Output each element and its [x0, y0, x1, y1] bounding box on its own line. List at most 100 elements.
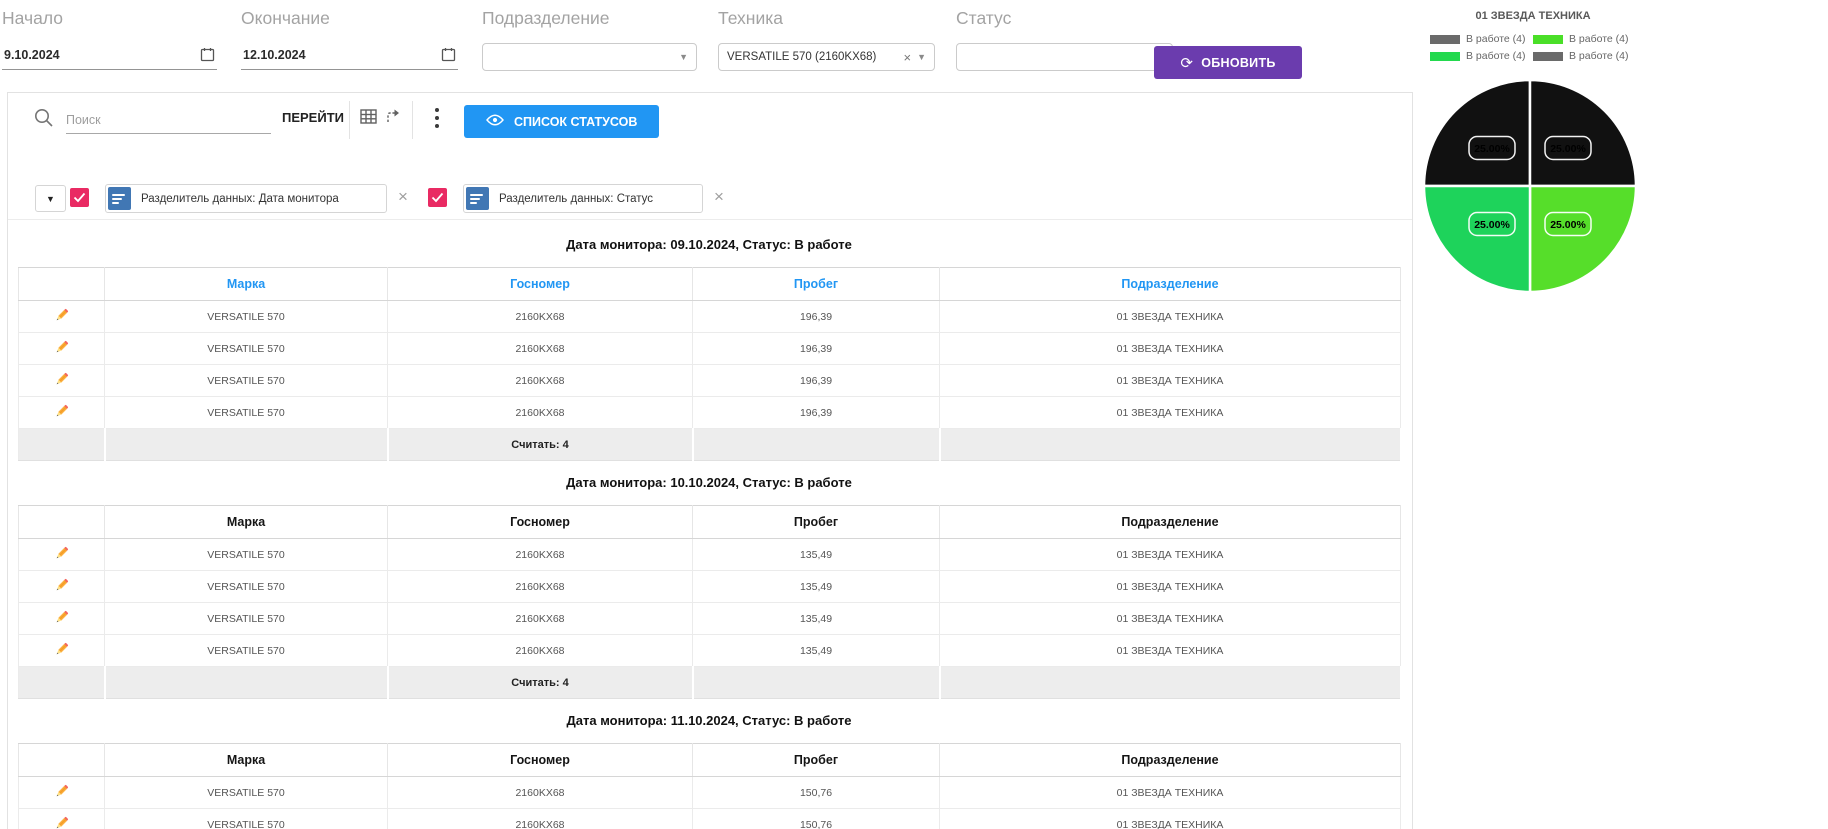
search-icon [33, 107, 55, 134]
pie-slice-label-text: 25.00% [1474, 143, 1510, 155]
cell: VERSATILE 570 [104, 538, 388, 571]
chevron-down-icon: ▼ [679, 52, 688, 62]
edit-row-button[interactable] [53, 545, 70, 562]
cell: 135,49 [692, 634, 940, 667]
pie-slice[interactable] [1422, 184, 1532, 294]
pie-slice-label-text: 25.00% [1550, 219, 1586, 231]
column-header[interactable]: Подразделение [939, 743, 1401, 777]
status-label: Статус [956, 8, 1012, 28]
division-select[interactable]: ▼ [482, 43, 697, 71]
column-header[interactable]: Госномер [387, 743, 693, 777]
legend-item[interactable]: В работе (4) [1430, 50, 1533, 62]
legend-swatch [1533, 34, 1563, 44]
splitter-icon [108, 187, 131, 210]
cell: 196,39 [692, 332, 940, 365]
calendar-icon[interactable] [200, 47, 215, 62]
cell: 196,39 [692, 300, 940, 333]
splitter-checkbox-date[interactable] [70, 188, 89, 207]
group-splitter-bar: ▼ Разделитель данных: Дата монитора × Ра… [8, 183, 1412, 219]
cell: 01 ЗВЕЗДА ТЕХНИКА [939, 300, 1401, 333]
group-title: Дата монитора: 09.10.2024, Статус: В раб… [566, 237, 852, 252]
cell: 2160KX68 [387, 396, 693, 429]
edit-row-button[interactable] [53, 783, 70, 800]
cell: 150,76 [692, 808, 940, 829]
cell: VERSATILE 570 [104, 396, 388, 429]
chart-title: 01 ЗВЕЗДА ТЕХНИКА [1475, 10, 1591, 22]
cell: 150,76 [692, 776, 940, 809]
legend-item[interactable]: В работе (4) [1430, 33, 1533, 45]
column-header[interactable]: Марка [104, 267, 388, 301]
splitter-chip-date[interactable]: Разделитель данных: Дата монитора [105, 184, 387, 213]
column-header[interactable]: Марка [104, 505, 388, 539]
legend-label: В работе (4) [1466, 33, 1526, 45]
column-header[interactable]: Подразделение [939, 505, 1401, 539]
calendar-icon[interactable] [441, 47, 456, 62]
table-row: VERSATILE 570 2160KX68 135,49 01 ЗВЕЗДА ТЕХ… [18, 602, 1401, 635]
cell: 01 ЗВЕЗДА ТЕХНИКА [939, 602, 1401, 635]
pie-slice-label-text: 25.00% [1474, 219, 1510, 231]
go-button[interactable]: ПЕРЕЙТИ [276, 109, 350, 126]
status-select[interactable]: ▼ [956, 43, 1173, 71]
column-header[interactable]: Марка [104, 743, 388, 777]
pie-slice[interactable] [1422, 78, 1532, 188]
column-header[interactable]: Госномер [387, 267, 693, 301]
cell: 196,39 [692, 364, 940, 397]
edit-row-button[interactable] [53, 815, 70, 829]
cell: 2160KX68 [387, 602, 693, 635]
edit-row-button[interactable] [53, 609, 70, 626]
cell: VERSATILE 570 [104, 808, 388, 829]
cell: 2160KX68 [387, 364, 693, 397]
cell: 135,49 [692, 570, 940, 603]
vehicle-select[interactable]: VERSATILE 570 (2160KX68) × ▼ [718, 43, 935, 71]
splitter-checkbox-status[interactable] [428, 188, 447, 207]
column-header[interactable]: Пробег [692, 505, 940, 539]
status-list-button[interactable]: СПИСОК СТАТУСОВ [464, 105, 660, 138]
edit-row-button[interactable] [53, 641, 70, 658]
start-date-input[interactable]: 9.10.2024 [4, 48, 60, 62]
cell: VERSATILE 570 [104, 634, 388, 667]
cell: VERSATILE 570 [104, 332, 388, 365]
filter-vehicle: Техника VERSATILE 570 (2160KX68) × ▼ [718, 8, 935, 71]
legend-label: В работе (4) [1569, 33, 1629, 45]
cell: VERSATILE 570 [104, 570, 388, 603]
filter-division: Подразделение ▼ [482, 8, 697, 71]
edit-column-header [18, 267, 105, 301]
legend-swatch [1533, 51, 1563, 61]
edit-row-button[interactable] [53, 577, 70, 594]
table-row: VERSATILE 570 2160KX68 150,76 01 ЗВЕЗДА ТЕХ… [18, 808, 1401, 829]
table-row: VERSATILE 570 2160KX68 135,49 01 ЗВЕЗДА ТЕХ… [18, 570, 1401, 603]
edit-row-button[interactable] [53, 339, 70, 356]
edit-row-button[interactable] [53, 371, 70, 388]
clear-icon[interactable]: × [903, 50, 911, 65]
remove-splitter-status-icon[interactable]: × [708, 186, 730, 208]
refresh-button[interactable]: ⟳ ОБНОВИТЬ [1154, 46, 1302, 79]
refresh-icon: ⟳ [1180, 54, 1194, 72]
cell: 01 ЗВЕЗДА ТЕХНИКА [939, 396, 1401, 429]
pie-slice[interactable] [1528, 78, 1638, 188]
column-header[interactable]: Госномер [387, 505, 693, 539]
legend-item[interactable]: В работе (4) [1533, 50, 1636, 62]
cell: 2160KX68 [387, 570, 693, 603]
legend-item[interactable]: В работе (4) [1533, 33, 1636, 45]
export-icon[interactable] [385, 108, 402, 128]
edit-row-button[interactable] [53, 307, 70, 324]
more-options-icon[interactable] [428, 105, 446, 134]
column-header[interactable]: Пробег [692, 267, 940, 301]
edit-row-button[interactable] [53, 403, 70, 420]
column-header[interactable]: Подразделение [939, 267, 1401, 301]
column-chooser-icon[interactable] [360, 108, 377, 128]
cell: 2160KX68 [387, 808, 693, 829]
filter-bar: Начало 9.10.2024 Окончание 12.10.2024 По… [0, 0, 1410, 88]
grid-toolbar: ПЕРЕЙТИ СПИСОК СТАТУСОВ [8, 93, 1412, 149]
column-header[interactable]: Пробег [692, 743, 940, 777]
end-date-input[interactable]: 12.10.2024 [243, 48, 306, 62]
splitter-chip-status[interactable]: Разделитель данных: Статус [463, 184, 703, 213]
splitter-dropdown-button[interactable]: ▼ [35, 185, 66, 212]
search-input[interactable] [66, 111, 271, 134]
table-row: VERSATILE 570 2160KX68 135,49 01 ЗВЕЗДА ТЕХ… [18, 634, 1401, 667]
pie-slice[interactable] [1528, 184, 1638, 294]
data-grid: Дата монитора: 09.10.2024, Статус: В раб… [18, 223, 1402, 829]
remove-splitter-date-icon[interactable]: × [392, 186, 414, 208]
table-row: VERSATILE 570 2160KX68 150,76 01 ЗВЕЗДА ТЕХ… [18, 776, 1401, 809]
cell: 2160KX68 [387, 300, 693, 333]
